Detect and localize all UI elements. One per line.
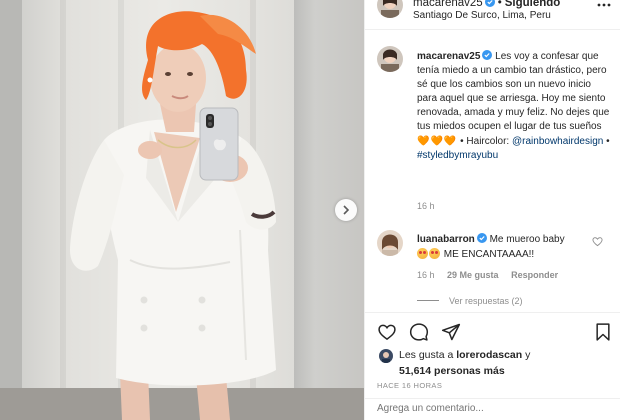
mention-link[interactable]: @rainbowhairdesign — [512, 136, 603, 147]
comment-like-heart-icon[interactable] — [592, 236, 603, 247]
carousel-next-button[interactable] — [335, 199, 357, 221]
likes-count-suffix: personas más — [431, 365, 505, 377]
post-location[interactable]: Santiago De Surco, Lima, Peru — [413, 10, 551, 21]
post-photo[interactable] — [0, 0, 364, 420]
author-username[interactable]: macarenav25 — [413, 0, 483, 9]
avatar-image — [377, 0, 403, 18]
likes-line-2[interactable]: 51,614 personas más — [399, 363, 505, 379]
heart-eyes-emoji — [429, 247, 440, 259]
caption-separator: • — [603, 135, 610, 147]
verified-badge-icon — [482, 50, 493, 60]
likes-suffix: y — [522, 349, 531, 361]
heart-icon[interactable] — [377, 322, 397, 342]
comment-line-1: Me mueroo baby — [489, 234, 565, 245]
post-side-panel: macarenav25 • Siguiendo Santiago De Surco,… — [364, 0, 620, 420]
comment-meta: 16 h 29 Me gusta Responder — [417, 270, 568, 280]
view-replies[interactable]: Ver respuestas (2) — [417, 296, 523, 306]
caption-body: Les voy a confesar que tenía miedo a un … — [417, 51, 610, 133]
hashtag-link[interactable]: #styledbymrayubu — [417, 150, 498, 161]
avatar-image — [377, 46, 403, 72]
likes-count: 51,614 — [399, 365, 432, 377]
verified-badge-icon — [484, 0, 495, 7]
heart-emojis: 🧡🧡🧡 — [417, 135, 458, 147]
commenter-avatar[interactable] — [377, 230, 403, 256]
caption-text: macarenav25 Les voy a confesar que tenía… — [417, 50, 613, 163]
comment-item: luanabarron Me mueroo baby ME ENCANTAAAA… — [365, 226, 620, 286]
comment-time: 16 h — [417, 270, 435, 280]
comment-line-2: ME ENCANTAAAA!! — [443, 248, 535, 260]
reply-button[interactable]: Responder — [511, 270, 558, 280]
caption-haircolor: • Haircolor: — [457, 135, 510, 147]
liker-avatar[interactable] — [379, 349, 393, 363]
comment-text: luanabarron Me mueroo baby ME ENCANTAAAA… — [417, 233, 593, 262]
heart-eyes-emoji — [417, 247, 428, 259]
share-icon[interactable] — [441, 322, 461, 342]
woman-in-white-blazer — [70, 11, 276, 420]
bookmark-icon[interactable] — [593, 322, 613, 342]
view-replies-label[interactable]: Ver respuestas (2) — [449, 296, 523, 306]
separator-dot: • — [497, 0, 502, 9]
author-line: macarenav25 • Siguiendo — [413, 0, 560, 9]
following-button[interactable]: Siguiendo — [505, 0, 561, 9]
author-avatar[interactable] — [377, 0, 403, 18]
add-comment-input[interactable] — [377, 403, 577, 414]
add-comment-bar — [365, 398, 620, 420]
action-bar — [365, 312, 620, 350]
likes-line-1: Les gusta a lorerodascan y — [399, 347, 530, 363]
post-header: macarenav25 • Siguiendo Santiago De Surco,… — [365, 0, 620, 30]
chevron-right-icon — [343, 205, 350, 215]
commenter-username[interactable]: luanabarron — [417, 234, 475, 245]
more-options-icon[interactable] — [597, 0, 611, 14]
comment-likes-count[interactable]: 29 Me gusta — [447, 270, 499, 280]
verified-badge-icon — [476, 233, 487, 243]
caption-username[interactable]: macarenav25 — [417, 51, 480, 62]
likes-prefix: Les gusta a — [399, 349, 457, 361]
liker-username[interactable]: lorerodascan — [456, 349, 522, 361]
post-time-ago[interactable]: HACE 16 HORAS — [377, 381, 442, 390]
comment-icon[interactable] — [409, 322, 429, 342]
avatar-image — [377, 230, 403, 256]
caption-timestamp: 16 h — [417, 201, 435, 211]
replies-line — [417, 300, 439, 301]
avatar-image — [379, 349, 393, 363]
caption-author-avatar[interactable] — [377, 46, 403, 72]
